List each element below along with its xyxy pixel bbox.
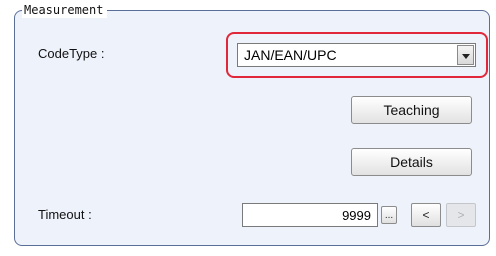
codetype-dropdown[interactable]: JAN/EAN/UPC bbox=[237, 43, 476, 67]
codetype-label: CodeType : bbox=[38, 46, 105, 61]
timeout-label: Timeout : bbox=[38, 207, 92, 222]
timeout-ellipsis-button[interactable]: ... bbox=[381, 206, 397, 224]
details-button[interactable]: Details bbox=[351, 148, 472, 176]
timeout-input[interactable]: 9999 bbox=[242, 203, 378, 227]
measurement-group-title: Measurement bbox=[22, 2, 108, 18]
chevron-down-icon[interactable] bbox=[457, 45, 474, 65]
timeout-decrement-button[interactable]: < bbox=[411, 203, 441, 227]
codetype-selected-value: JAN/EAN/UPC bbox=[244, 47, 337, 63]
timeout-value: 9999 bbox=[342, 208, 371, 223]
timeout-increment-button[interactable]: > bbox=[446, 203, 476, 227]
teaching-button[interactable]: Teaching bbox=[351, 96, 472, 124]
